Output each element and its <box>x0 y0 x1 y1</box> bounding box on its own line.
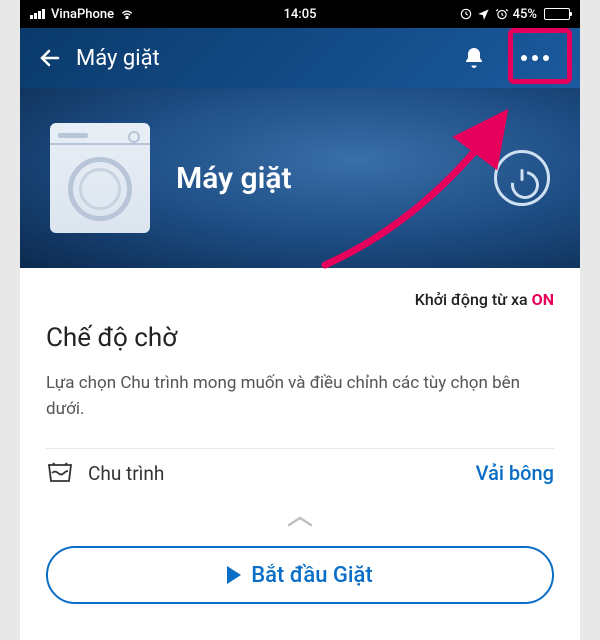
battery-icon <box>544 8 570 20</box>
sync-icon <box>459 7 473 21</box>
device-name: Máy giặt <box>176 161 494 196</box>
washing-machine-icon <box>50 123 150 233</box>
wifi-icon <box>120 7 134 21</box>
power-icon <box>511 167 533 189</box>
header-title: Máy giặt <box>76 46 456 71</box>
app-header: Máy giặt <box>20 28 580 88</box>
remote-start-label: Khởi động từ xa <box>415 290 528 309</box>
status-time: 14:05 <box>284 7 317 22</box>
chevron-up-icon <box>285 514 315 528</box>
play-icon <box>227 566 241 584</box>
back-arrow-icon <box>38 46 62 70</box>
alarm-icon <box>495 7 509 21</box>
mode-title: Chế độ chờ <box>46 323 554 353</box>
main-content: Khởi động từ xa ON Chế độ chờ Lựa chọn C… <box>20 268 580 507</box>
phone-frame: VinaPhone 14:05 45% Máy giặt M <box>20 0 580 640</box>
signal-icon <box>30 9 45 19</box>
carrier-label: VinaPhone <box>51 7 114 22</box>
remote-start-status: Khởi động từ xa ON <box>46 290 554 309</box>
more-dots-icon <box>521 55 549 61</box>
status-bar: VinaPhone 14:05 45% <box>20 0 580 28</box>
start-button-label: Bắt đầu Giặt <box>251 563 372 588</box>
battery-pct: 45% <box>513 7 537 22</box>
remote-start-state: ON <box>532 290 554 309</box>
cycle-row[interactable]: Chu trình Vải bông <box>46 448 554 497</box>
more-options-button[interactable] <box>506 34 564 82</box>
bell-icon <box>462 46 486 70</box>
status-left: VinaPhone <box>30 7 284 22</box>
expand-chevron[interactable] <box>20 507 580 542</box>
cycle-value[interactable]: Vải bông <box>476 461 554 485</box>
cycle-label: Chu trình <box>88 462 476 485</box>
power-button[interactable] <box>494 150 550 206</box>
device-hero: Máy giặt <box>20 88 580 268</box>
location-icon <box>477 7 491 21</box>
mode-description: Lựa chọn Chu trình mong muốn và điều chỉ… <box>46 371 554 422</box>
start-wash-button[interactable]: Bắt đầu Giặt <box>46 546 554 604</box>
laundry-icon <box>46 461 74 485</box>
back-button[interactable] <box>36 44 64 72</box>
status-right: 45% <box>317 7 571 22</box>
notifications-button[interactable] <box>456 40 492 76</box>
